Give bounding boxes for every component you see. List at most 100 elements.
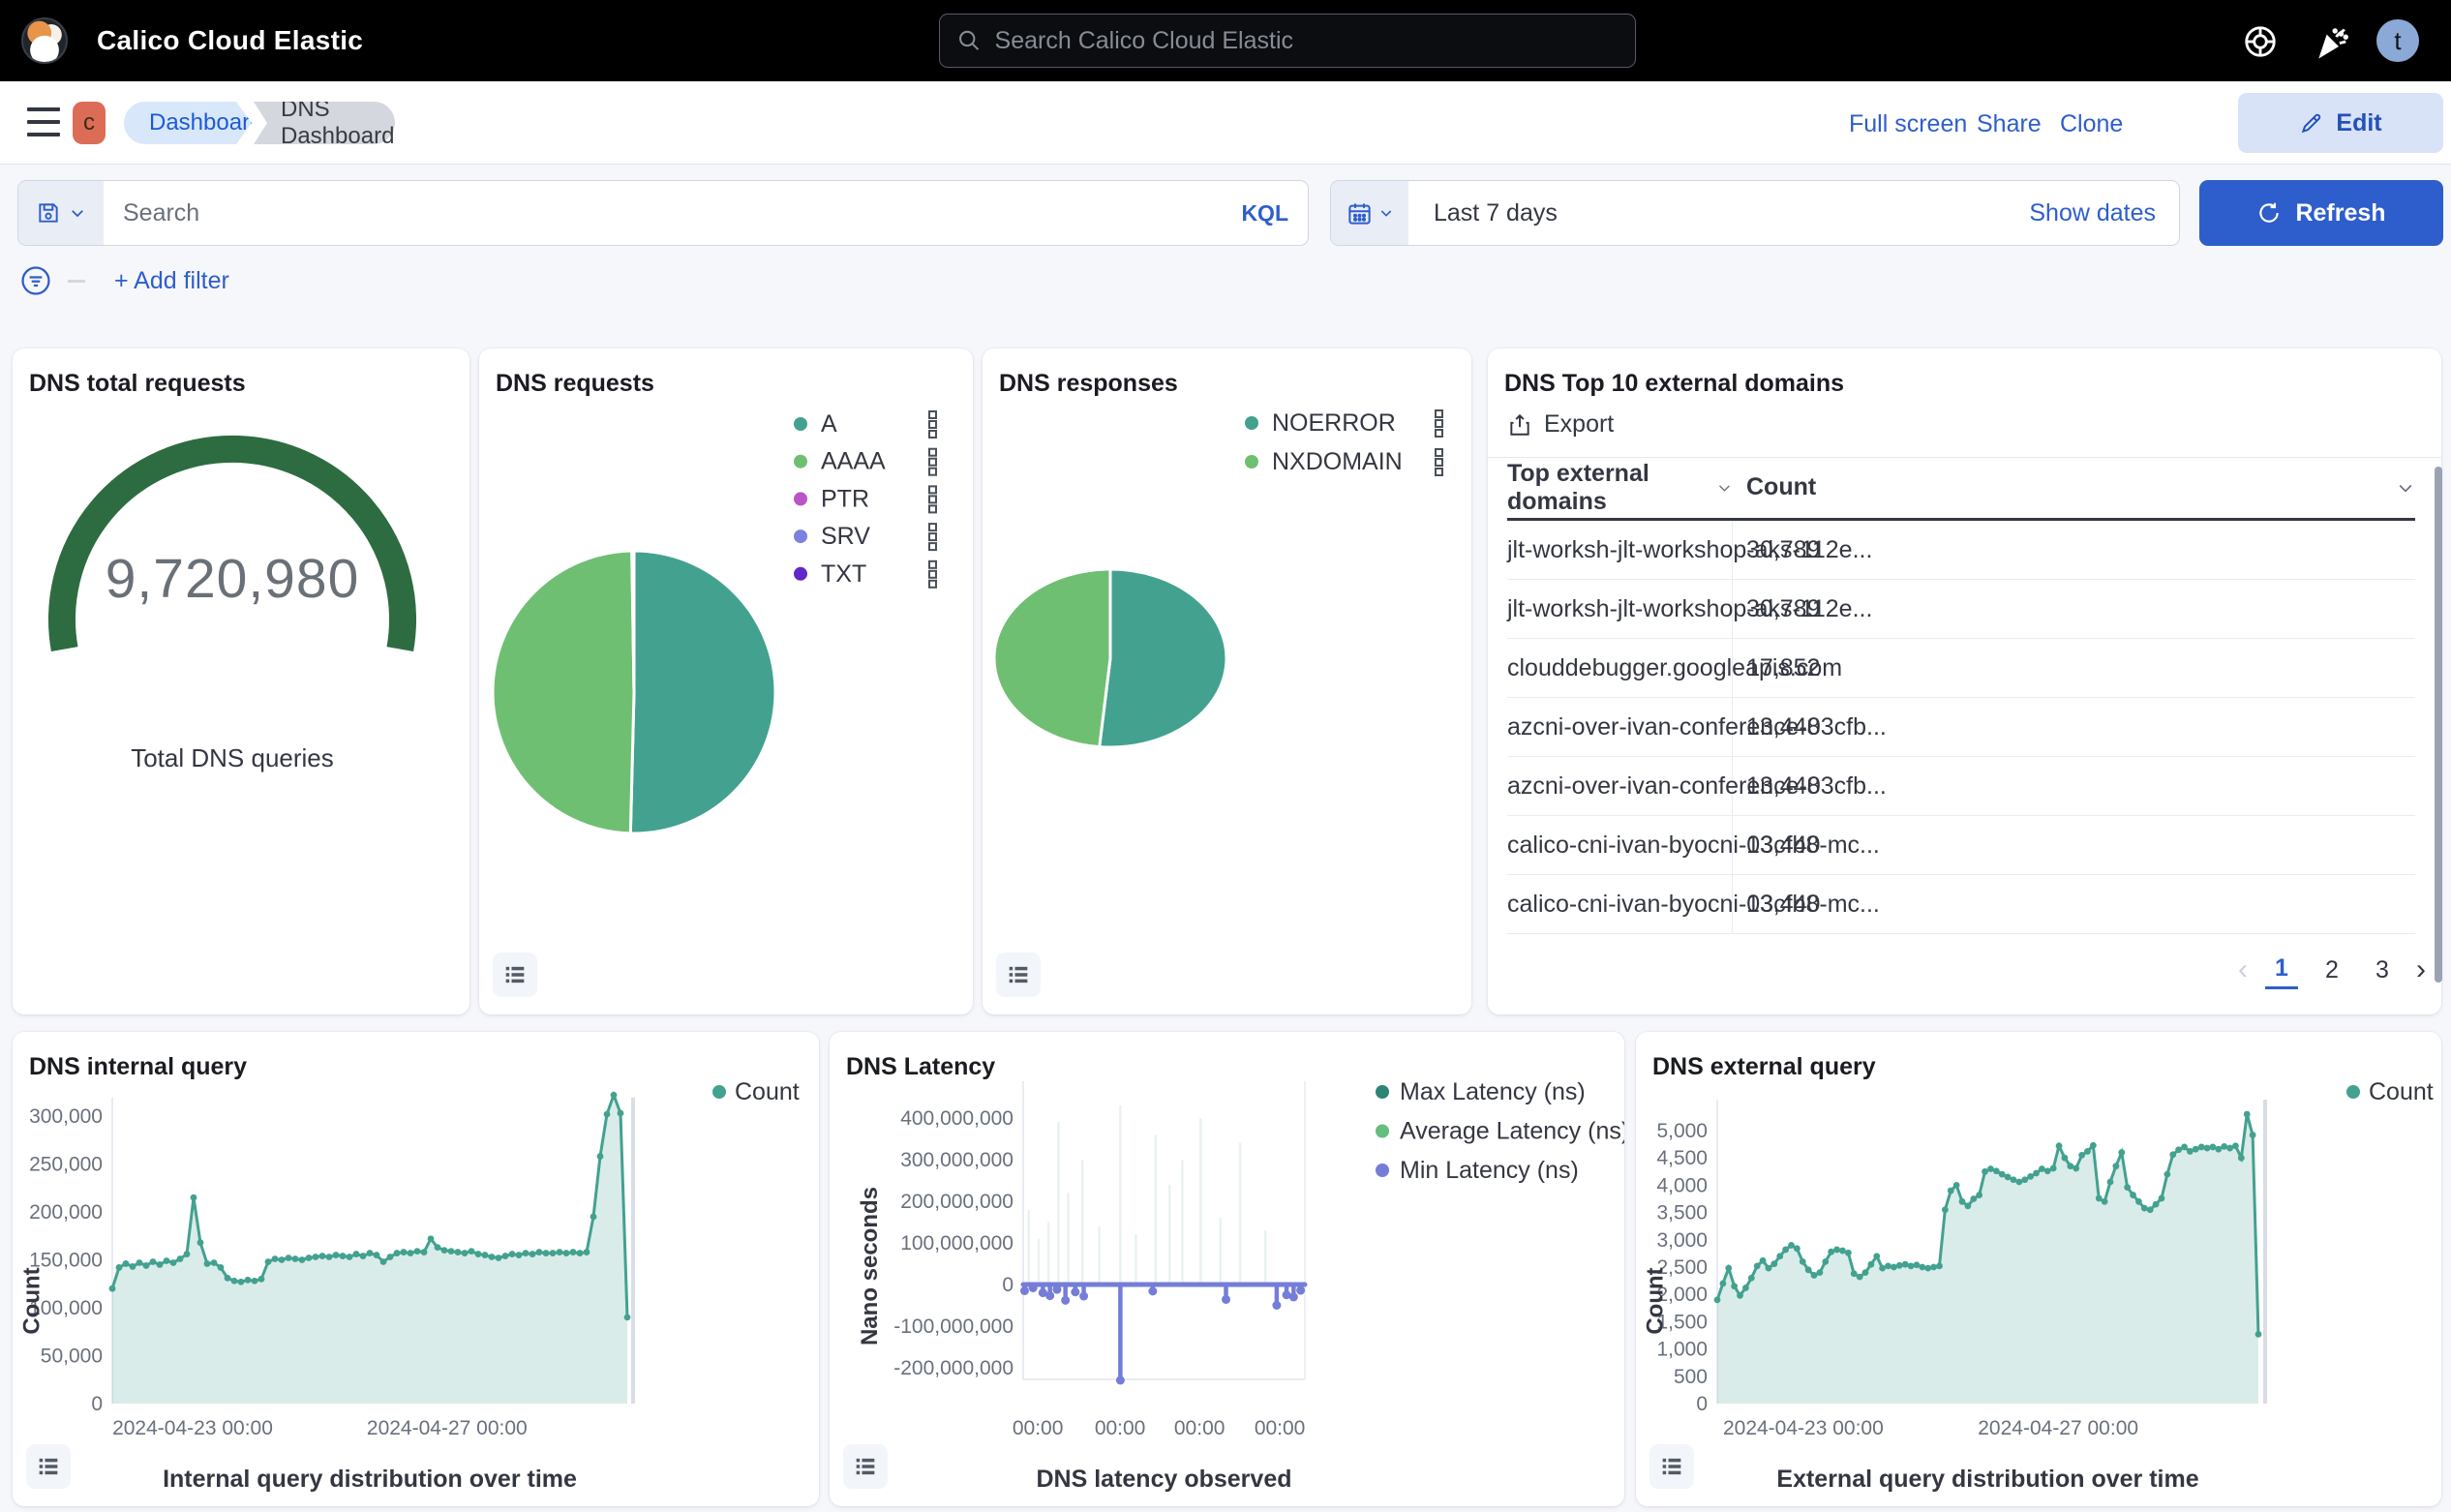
legend-toggle-icon[interactable]	[996, 953, 1041, 997]
data-point[interactable]	[2102, 1198, 2108, 1205]
pagination-page-2[interactable]: 2	[2315, 951, 2348, 989]
data-point[interactable]	[1079, 1292, 1088, 1301]
data-point[interactable]	[1811, 1272, 1818, 1279]
data-point[interactable]	[462, 1250, 469, 1256]
data-point[interactable]	[1116, 1376, 1125, 1384]
data-point[interactable]	[2164, 1171, 2170, 1178]
data-point[interactable]	[584, 1249, 590, 1255]
data-point[interactable]	[353, 1251, 360, 1257]
data-point[interactable]	[2005, 1174, 2012, 1181]
data-point[interactable]	[401, 1249, 408, 1255]
legend-item-PTR[interactable]: PTR	[821, 485, 869, 512]
data-point[interactable]	[1891, 1264, 1897, 1271]
legend-item-A[interactable]: A	[821, 410, 837, 438]
data-point[interactable]	[136, 1259, 143, 1266]
data-point[interactable]	[2135, 1198, 2142, 1205]
data-point[interactable]	[340, 1253, 347, 1259]
date-quick-menu-button[interactable]	[1331, 181, 1408, 245]
legend-actions-icon[interactable]	[1436, 410, 1442, 417]
data-point[interactable]	[374, 1252, 380, 1258]
legend-toggle-icon[interactable]	[843, 1444, 888, 1489]
data-point[interactable]	[1948, 1188, 1954, 1194]
data-point[interactable]	[523, 1250, 530, 1256]
data-point[interactable]	[482, 1252, 489, 1258]
data-point[interactable]	[2084, 1148, 2091, 1155]
data-point[interactable]	[2232, 1142, 2239, 1149]
legend-item-Max Latency (ns)[interactable]: Max Latency (ns)	[1400, 1078, 1586, 1105]
data-point[interactable]	[2238, 1155, 2245, 1162]
data-point[interactable]	[536, 1249, 543, 1255]
data-point[interactable]	[1942, 1206, 1949, 1213]
pie-slice-NOERROR[interactable]	[1100, 569, 1226, 747]
data-point[interactable]	[225, 1275, 231, 1282]
data-point[interactable]	[2244, 1111, 2251, 1118]
space-badge[interactable]: c	[73, 102, 106, 144]
data-point[interactable]	[2204, 1145, 2211, 1152]
data-point[interactable]	[543, 1250, 550, 1256]
data-point[interactable]	[1714, 1296, 1721, 1303]
data-point[interactable]	[2169, 1151, 2176, 1158]
data-point[interactable]	[455, 1249, 462, 1255]
data-point[interactable]	[197, 1239, 204, 1246]
data-point[interactable]	[1776, 1253, 1783, 1259]
legend-toggle-icon[interactable]	[493, 953, 537, 997]
data-point[interactable]	[1794, 1245, 1800, 1252]
filter-icon[interactable]	[19, 264, 52, 297]
data-point[interactable]	[1999, 1171, 2006, 1178]
data-point[interactable]	[191, 1194, 197, 1201]
data-point[interactable]	[2175, 1146, 2182, 1153]
data-point[interactable]	[2210, 1144, 2217, 1151]
legend-actions-icon[interactable]	[929, 533, 936, 540]
global-search-input[interactable]	[995, 27, 1618, 55]
data-point[interactable]	[2141, 1205, 2148, 1212]
data-point[interactable]	[2015, 1179, 2022, 1186]
time-range-value[interactable]: Last 7 days	[1408, 199, 2029, 227]
data-point[interactable]	[116, 1264, 123, 1271]
data-point[interactable]	[143, 1262, 150, 1269]
legend-actions-icon[interactable]	[1436, 420, 1442, 427]
data-point[interactable]	[530, 1251, 536, 1257]
data-point[interactable]	[326, 1254, 333, 1260]
data-point[interactable]	[1748, 1275, 1755, 1282]
data-point[interactable]	[306, 1255, 313, 1261]
data-point[interactable]	[313, 1254, 319, 1260]
data-point[interactable]	[2255, 1331, 2262, 1338]
legend-actions-icon[interactable]	[929, 581, 936, 588]
data-point[interactable]	[1857, 1274, 1863, 1281]
data-point[interactable]	[1272, 1301, 1281, 1310]
data-point[interactable]	[272, 1255, 279, 1262]
data-point[interactable]	[414, 1248, 421, 1255]
data-point[interactable]	[265, 1258, 272, 1265]
legend-actions-icon[interactable]	[1436, 449, 1442, 456]
data-point[interactable]	[1052, 1285, 1061, 1294]
data-point[interactable]	[1902, 1261, 1909, 1268]
pagination-page-1[interactable]: 1	[2265, 951, 2298, 989]
data-point[interactable]	[1930, 1264, 1937, 1271]
data-point[interactable]	[286, 1255, 292, 1261]
legend-actions-icon[interactable]	[929, 459, 936, 466]
data-point[interactable]	[2011, 1176, 2017, 1183]
data-point[interactable]	[489, 1254, 496, 1260]
data-point[interactable]	[2090, 1142, 2097, 1149]
data-point[interactable]	[550, 1250, 557, 1256]
data-point[interactable]	[1760, 1257, 1767, 1264]
data-point[interactable]	[1914, 1261, 1921, 1268]
data-point[interactable]	[2044, 1167, 2051, 1174]
pie-slice-NXDOMAIN[interactable]	[994, 569, 1110, 747]
data-point[interactable]	[577, 1250, 584, 1256]
legend-actions-icon[interactable]	[929, 469, 936, 475]
kql-language-button[interactable]: KQL	[1241, 200, 1308, 227]
data-point[interactable]	[2112, 1163, 2119, 1169]
data-point[interactable]	[1919, 1264, 1925, 1271]
data-point[interactable]	[618, 1110, 624, 1117]
data-point[interactable]	[1766, 1265, 1772, 1272]
add-filter-button[interactable]: + Add filter	[114, 267, 229, 295]
legend-actions-icon[interactable]	[1436, 430, 1442, 437]
help-lifebuoy-icon[interactable]	[2242, 23, 2279, 60]
data-point[interactable]	[496, 1255, 502, 1261]
data-point[interactable]	[1822, 1258, 1829, 1265]
data-point[interactable]	[2250, 1132, 2256, 1138]
data-point[interactable]	[218, 1264, 225, 1271]
data-point[interactable]	[1817, 1269, 1824, 1276]
data-point[interactable]	[1885, 1262, 1891, 1269]
